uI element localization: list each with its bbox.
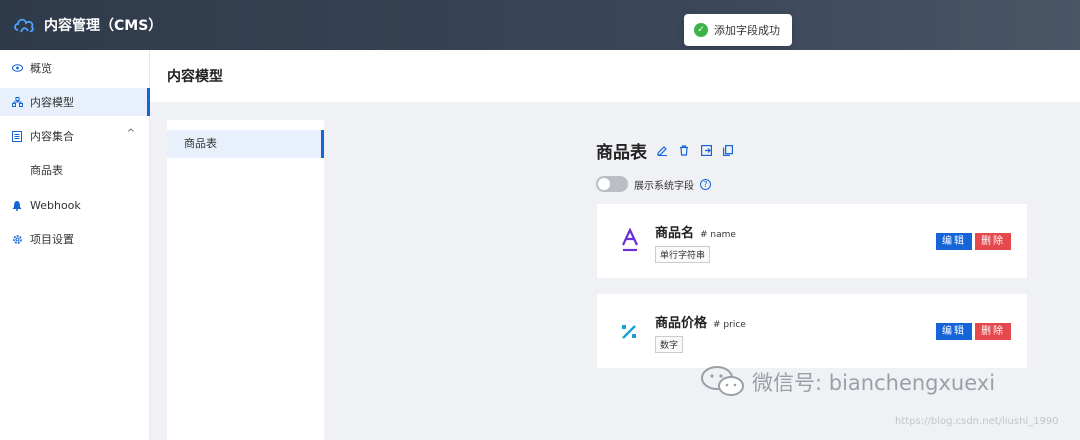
sidebar-item-label: 内容模型 (30, 96, 74, 109)
cloud-logo-icon (14, 18, 34, 33)
help-icon[interactable]: ? (700, 178, 711, 190)
field-type-badge: 单行字符串 (655, 246, 711, 263)
text-a-icon (619, 227, 641, 254)
field-card: 商品价格 # price 数字 编辑 删除 (597, 294, 1027, 368)
delete-field-button[interactable]: 删除 (975, 233, 1011, 250)
copy-icon[interactable] (721, 144, 735, 158)
watermark-url: https://blog.csdn.net/liushi_1990 (895, 416, 1059, 427)
eye-icon (11, 62, 23, 74)
sidebar-item-product-table[interactable]: 商品表 (0, 156, 149, 184)
model-item-product-table[interactable]: 商品表 (167, 130, 324, 158)
model-name: 商品表 (596, 143, 647, 163)
sidebar-item-label: 项目设置 (30, 233, 74, 246)
sidebar-item-overview[interactable]: 概览 (0, 54, 149, 82)
percent-icon (619, 318, 641, 344)
trash-icon[interactable] (677, 144, 691, 158)
field-key: # price (713, 320, 746, 330)
sidebar-item-webhook[interactable]: Webhook (0, 191, 149, 219)
model-list: 商品表 (167, 120, 324, 440)
chevron-up-icon[interactable]: ^ (127, 128, 135, 139)
sidebar: 概览 内容模型 内容集合 ^ 商品表 Webhook 项目设置 (0, 50, 150, 440)
watermark-text: 微信号: bianchengxuexi (752, 371, 996, 395)
sidebar-item-label: 概览 (30, 62, 52, 75)
toast-text: 添加字段成功 (714, 24, 780, 37)
brand[interactable]: 内容管理（CMS） (12, 0, 162, 50)
edit-pencil-icon[interactable] (655, 144, 669, 158)
success-toast: ✓ 添加字段成功 (684, 14, 792, 46)
wechat-watermark: 微信号: bianchengxuexi (700, 364, 995, 400)
page-header: 内容模型 (150, 50, 1080, 102)
show-system-fields: 展示系统字段 ? (596, 176, 711, 192)
sidebar-item-label: Webhook (30, 198, 81, 212)
field-key: # name (700, 230, 736, 240)
webhook-icon (11, 199, 23, 211)
sidebar-item-project-settings[interactable]: 项目设置 (0, 225, 149, 253)
sidebar-item-label: 商品表 (30, 164, 63, 177)
app-title: 内容管理（CMS） (44, 18, 163, 34)
show-system-fields-label: 展示系统字段 (634, 180, 694, 192)
show-system-fields-toggle[interactable] (596, 176, 628, 192)
model-tree-icon (11, 96, 23, 108)
model-detail-header: 商品表 (596, 138, 735, 163)
field-name: 商品价格 # price (655, 316, 746, 331)
edit-field-button[interactable]: 编辑 (936, 323, 972, 340)
edit-field-button[interactable]: 编辑 (936, 233, 972, 250)
field-type-badge: 数字 (655, 336, 684, 353)
app-header: 内容管理（CMS） (0, 0, 1080, 50)
page-title: 内容模型 (167, 69, 223, 85)
collection-icon (11, 130, 23, 142)
export-icon[interactable] (699, 144, 713, 158)
field-card: 商品名 # name 单行字符串 编辑 删除 (597, 204, 1027, 278)
check-circle-icon: ✓ (694, 23, 708, 37)
sidebar-item-content-collection[interactable]: 内容集合 ^ (0, 122, 149, 150)
wechat-logo-icon (701, 366, 744, 396)
sidebar-item-label: 内容集合 (30, 130, 74, 143)
delete-field-button[interactable]: 删除 (975, 323, 1011, 340)
field-name: 商品名 # name (655, 226, 736, 241)
sidebar-item-content-model[interactable]: 内容模型 (0, 88, 150, 116)
gear-icon (11, 233, 23, 245)
